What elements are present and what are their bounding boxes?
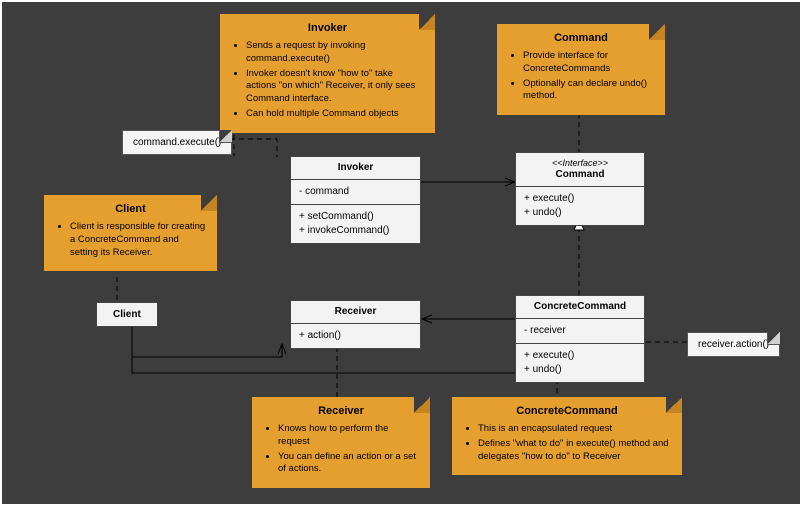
diagram-canvas: Invoker Sends a request by invoking comm… <box>2 2 800 504</box>
class-invoker-attr1: - command <box>299 185 412 199</box>
class-invoker-op1: + setCommand() <box>299 210 412 224</box>
note-command-title: Command <box>507 32 655 44</box>
note-client-title: Client <box>54 203 207 215</box>
note-invoker-b1: Sends a request by invoking command.exec… <box>246 40 425 66</box>
class-command-stereotype: <<Interface>> <box>522 158 638 169</box>
mininote-command-execute: command.execute() <box>122 130 232 155</box>
note-command-b1: Provide interface for ConcreteCommands <box>523 50 655 76</box>
class-concrete-command: ConcreteCommand - receiver + execute() +… <box>515 295 645 383</box>
note-receiver-b2: You can define an action or a set of act… <box>278 451 420 477</box>
class-command-name: Command <box>556 169 605 180</box>
note-invoker: Invoker Sends a request by invoking comm… <box>220 14 435 133</box>
class-receiver: Receiver + action() <box>290 300 421 349</box>
note-cc-b2: Defines "what to do" in execute() method… <box>478 438 672 464</box>
class-command: <<Interface>> Command + execute() + undo… <box>515 152 645 226</box>
class-command-op1: + execute() <box>524 192 636 206</box>
note-client-b1: Client is responsible for creating a Con… <box>70 221 207 259</box>
note-client: Client Client is responsible for creatin… <box>44 195 217 271</box>
class-invoker-op2: + invokeCommand() <box>299 224 412 238</box>
class-cc-op2: + undo() <box>524 363 636 377</box>
note-receiver-b1: Knows how to perform the request <box>278 423 420 449</box>
note-command-b2: Optionally can declare undo() method. <box>523 78 655 104</box>
mininote-receiver-action: receiver.action() <box>687 332 780 357</box>
note-receiver-title: Receiver <box>262 405 420 417</box>
class-command-op2: + undo() <box>524 206 636 220</box>
class-invoker: Invoker - command + setCommand() + invok… <box>290 156 421 244</box>
note-cc-b1: This is an encapsulated request <box>478 423 672 436</box>
note-invoker-title: Invoker <box>230 22 425 34</box>
class-client: Client <box>96 302 158 327</box>
class-receiver-op1: + action() <box>299 329 412 343</box>
note-concrete-command-title: ConcreteCommand <box>462 405 672 417</box>
note-command: Command Provide interface for ConcreteCo… <box>497 24 665 115</box>
note-concrete-command: ConcreteCommand This is an encapsulated … <box>452 397 682 475</box>
class-cc-op1: + execute() <box>524 349 636 363</box>
note-receiver: Receiver Knows how to perform the reques… <box>252 397 430 488</box>
note-invoker-b2: Invoker doesn't know "how to" take actio… <box>246 68 425 106</box>
class-cc-attr1: - receiver <box>524 324 636 338</box>
class-receiver-name: Receiver <box>291 301 420 324</box>
class-cc-name: ConcreteCommand <box>516 296 644 319</box>
note-invoker-b3: Can hold multiple Command objects <box>246 108 425 121</box>
class-invoker-name: Invoker <box>291 157 420 180</box>
